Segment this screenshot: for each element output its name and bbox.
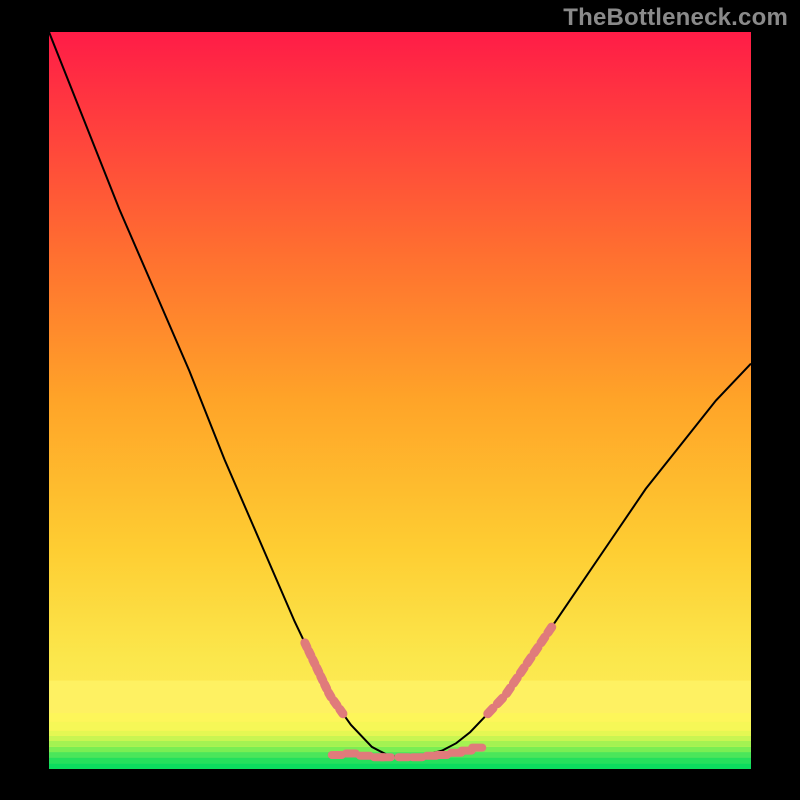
plot-area bbox=[49, 32, 751, 769]
gradient-background bbox=[49, 32, 751, 769]
watermark-text: TheBottleneck.com bbox=[563, 4, 788, 32]
bottleneck-chart: TheBottleneck.com bbox=[0, 0, 800, 800]
